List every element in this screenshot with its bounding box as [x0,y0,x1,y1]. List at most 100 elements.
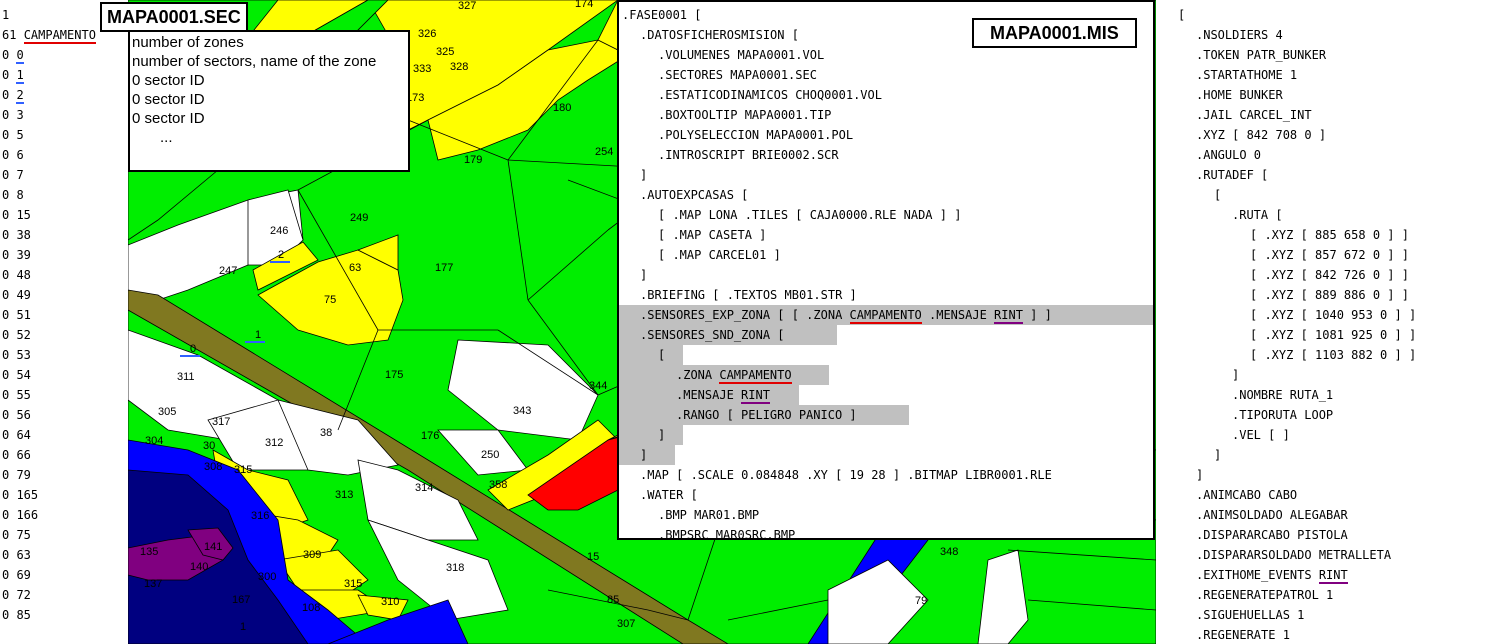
sec-row: 0 1 [2,65,24,85]
sec-row: 0 85 [2,605,31,625]
sec-row: 0 54 [2,365,31,385]
patrol-line: .STARTATHOME 1 [1196,68,1298,82]
sec-row-flag: 0 [2,168,17,182]
map-sector-label: 167 [232,594,250,606]
sec-row-flag: 0 [2,508,17,522]
map-sector-label: 79 [915,595,927,607]
mis-line: .ZONA CAMPAMENTO [676,365,792,385]
sec-row-sector-id: 53 [16,348,31,362]
sec-row-flag: 0 [2,328,17,342]
map-sector-label: 304 [145,435,163,447]
map-sector-label: 179 [464,154,482,166]
mis-line: ] [658,428,666,442]
sec-row-sector-id: 2 [16,88,24,104]
sec-row-sector-id: 72 [16,588,31,602]
map-sector-label: 343 [513,405,531,417]
patrol-line: .REGENERATEPATROL 1 [1196,588,1334,602]
annotation-line: 0 sector ID [132,110,205,127]
sec-row-flag: 0 [2,488,17,502]
sec-row-flag: 0 [2,388,17,402]
annotation-line: 0 sector ID [132,91,205,108]
patrol-line: .TOKEN PATR_BUNKER [1196,48,1327,62]
sec-row: 0 69 [2,565,31,585]
mis-line: .FASE0001 [ [622,8,702,22]
patrol-file-listing: [.NSOLDIERS 4 .TOKEN PATR_BUNKER .STARTATH… [1156,0,1500,644]
map-sector-label: 176 [421,430,439,442]
map-sector-label: 328 [450,61,468,73]
sec-row: 0 63 [2,545,31,565]
mis-file-listing: .FASE0001 [.DATOSFICHEROSMISION [.VOLUME… [617,0,1155,540]
sec-row: 0 66 [2,445,31,465]
sec-row-flag: 0 [2,468,17,482]
map-sector-label: 75 [324,294,336,306]
map-sector-label: 175 [385,369,403,381]
mis-sensor-snd-msg-key: .MENSAJE [676,388,742,402]
mis-line: .SENSORES_EXP_ZONA [ [ .ZONA CAMPAMENTO … [640,305,1052,325]
patrol-line: ] [1232,368,1240,382]
sec-row: 0 49 [2,285,31,305]
sec-row-flag: 0 [2,368,17,382]
sec-row: 0 56 [2,405,31,425]
map-sector-label: 315 [234,464,252,476]
sec-row-flag: 0 [2,248,17,262]
patrol-line: [ [1178,8,1186,22]
sec-row-sector-id: 55 [16,388,31,402]
sec-row: 0 53 [2,345,31,365]
sec-row-flag: 0 [2,428,17,442]
patrol-line: [ .XYZ [ 857 672 0 ] ] [1250,248,1409,262]
mis-file-title: MAPA0001.MIS [972,18,1137,48]
map-sector-label: 327 [458,0,476,12]
patrol-exithome-value: RINT [1318,568,1348,584]
annotation-line: number of zones [132,34,244,51]
sec-row-flag: 0 [2,48,17,62]
patrol-line: .VEL [ ] [1232,428,1290,442]
patrol-line: .XYZ [ 842 708 0 ] [1196,128,1327,142]
sec-zone-name: CAMPAMENTO [23,28,96,44]
sec-row: 0 8 [2,185,24,205]
annotation-line: number of sectors, name of the zone [132,53,377,70]
sec-row-flag: 0 [2,148,17,162]
sec-row: 0 79 [2,465,31,485]
map-sector-label: 344 [589,380,607,392]
patrol-line: .HOME BUNKER [1196,88,1283,102]
sec-row: 0 55 [2,385,31,405]
sec-row-sector-id: 52 [16,328,31,342]
sec-row-flag: 0 [2,128,17,142]
sec-row-flag: 0 [2,88,17,102]
sec-row-flag: 0 [2,408,17,422]
sec-row-sector-id: 166 [16,508,39,522]
mis-line: .SENSORES_SND_ZONA [ [640,328,785,342]
map-sector-label: 38 [320,427,332,439]
sec-row-sector-id: 165 [16,488,39,502]
sec-row-sector-id: 48 [16,268,31,282]
sec-row: 0 75 [2,525,31,545]
mis-line: .INTROSCRIPT BRIE0002.SCR [658,148,839,162]
mis-line: .POLYSELECCION MAPA0001.POL [658,128,854,142]
mis-line: .BMP MAR01.BMP [658,508,760,522]
sec-row-flag: 0 [2,208,17,222]
sec-row-sector-id: 8 [16,188,24,202]
sec-row: 0 165 [2,485,38,505]
map-sector-label: 63 [349,262,361,274]
map-sector-label: 318 [446,562,464,574]
sec-row-flag: 0 [2,588,17,602]
map-sector-label: 247 [219,265,237,277]
map-sector-label: 313 [335,489,353,501]
sec-row: 0 72 [2,585,31,605]
map-sector-label: 180 [553,102,571,114]
map-sector-label: 177 [435,262,453,274]
mis-line: ] [640,168,648,182]
map-sector-label: 2 [278,249,284,261]
mis-line: .BMPSRC MAR0SRC.BMP [658,528,796,540]
map-sector-label: 310 [381,596,399,608]
map-sector-label: 140 [190,561,208,573]
patrol-line: .ANGULO 0 [1196,148,1262,162]
sec-row-flag: 0 [2,68,17,82]
patrol-line: [ .XYZ [ 1103 882 0 ] ] [1250,348,1417,362]
map-sector-label: 85 [607,594,619,606]
map-sector-label: 0 [190,343,196,355]
map-sector-label: 358 [489,479,507,491]
sec-row-flag: 0 [2,608,17,622]
sec-row-flag: 0 [2,228,17,242]
map-sector-label: 137 [144,578,162,590]
